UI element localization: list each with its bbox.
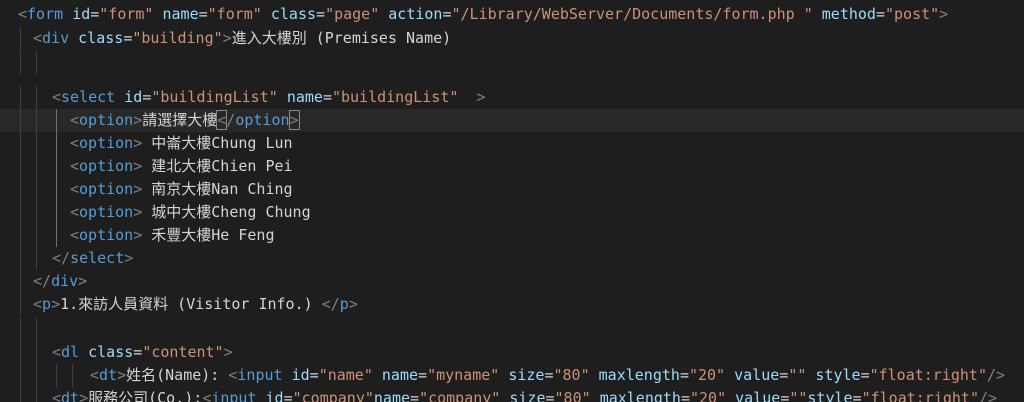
code-line[interactable]: <option> 中崙大樓Chung Lun bbox=[0, 132, 1024, 156]
code-line[interactable]: <dt>姓名(Name): <input id="name" name="myn… bbox=[0, 364, 1024, 388]
code-line[interactable]: <div class="building">進入大樓別 (Premises Na… bbox=[0, 27, 1024, 51]
code-line-current[interactable]: <option>請選擇大樓</option> bbox=[0, 109, 1024, 133]
code-line[interactable]: </select> bbox=[0, 247, 1024, 271]
code-line[interactable]: <dt>服務公司(Co.):<input id="company"name="c… bbox=[0, 387, 1024, 402]
code-line[interactable]: <option> 禾豐大樓He Feng bbox=[0, 224, 1024, 248]
code-line[interactable]: <option> 南京大樓Nan Ching bbox=[0, 178, 1024, 202]
code-editor[interactable]: <form id="form" name="form" class="page"… bbox=[0, 0, 1024, 402]
code-line[interactable] bbox=[0, 318, 1024, 342]
code-line[interactable]: <select id="buildingList" name="building… bbox=[0, 86, 1024, 110]
code-line[interactable]: <p>1.來訪人員資料 (Visitor Info.) </p> bbox=[0, 293, 1024, 317]
code-line[interactable]: <form id="form" name="form" class="page"… bbox=[0, 3, 1024, 26]
code-line[interactable]: <option> 建北大樓Chien Pei bbox=[0, 155, 1024, 179]
code-line[interactable]: <option> 城中大樓Cheng Chung bbox=[0, 201, 1024, 225]
code-line[interactable] bbox=[0, 51, 1024, 75]
code-line[interactable]: </div> bbox=[0, 270, 1024, 294]
code-line[interactable]: <dl class="content"> bbox=[0, 341, 1024, 365]
